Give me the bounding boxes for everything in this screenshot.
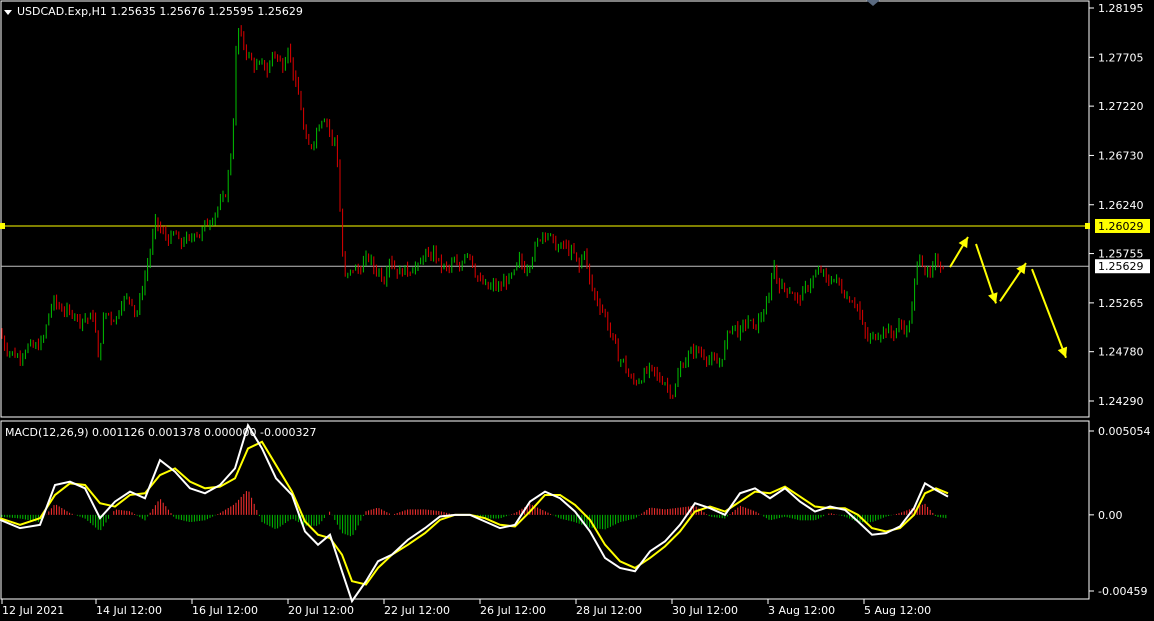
macd-tick-label: 0.00 (1098, 509, 1123, 522)
time-tick-label: 28 Jul 12:00 (576, 604, 642, 617)
time-tick-label: 26 Jul 12:00 (480, 604, 546, 617)
symbol-header: USDCAD.Exp,H1 1.25635 1.25676 1.25595 1.… (17, 5, 303, 18)
bid-price-label: 1.25629 (1098, 260, 1144, 273)
level-price-label: 1.26029 (1098, 220, 1144, 233)
price-tick-label: 1.27705 (1098, 51, 1144, 64)
time-tick-label: 20 Jul 12:00 (288, 604, 354, 617)
macd-header: MACD(12,26,9) 0.001126 0.001378 0.000000… (5, 426, 316, 439)
time-tick-label: 14 Jul 12:00 (96, 604, 162, 617)
price-tick-label: 1.25755 (1098, 248, 1144, 261)
price-tick-label: 1.26240 (1098, 199, 1144, 212)
price-tick-label: 1.27220 (1098, 100, 1144, 113)
time-tick-label: 16 Jul 12:00 (192, 604, 258, 617)
time-tick-label: 3 Aug 12:00 (768, 604, 835, 617)
time-tick-label: 30 Jul 12:00 (672, 604, 738, 617)
trading-chart[interactable]: 1.28195 1.27705 1.27220 1.26730 1.26240 1.257… (0, 0, 1154, 621)
price-tick-label: 1.28195 (1098, 2, 1144, 15)
price-tick-label: 1.24780 (1098, 346, 1144, 359)
price-tick-label: 1.25265 (1098, 297, 1144, 310)
chart-background (0, 0, 1154, 621)
macd-tick-label: -0.00459 (1098, 585, 1147, 598)
time-tick-label: 5 Aug 12:00 (864, 604, 931, 617)
time-tick-label: 22 Jul 12:00 (384, 604, 450, 617)
price-axis: 1.28195 1.27705 1.27220 1.26730 1.26240 1.257… (1089, 2, 1144, 408)
price-tick-label: 1.26730 (1098, 149, 1144, 162)
level-left-handle[interactable] (0, 222, 5, 229)
time-tick-label: 12 Jul 2021 (2, 604, 64, 617)
price-tick-label: 1.24290 (1098, 395, 1144, 408)
level-right-handle[interactable] (1085, 222, 1090, 229)
macd-tick-label: 0.005054 (1098, 425, 1151, 438)
